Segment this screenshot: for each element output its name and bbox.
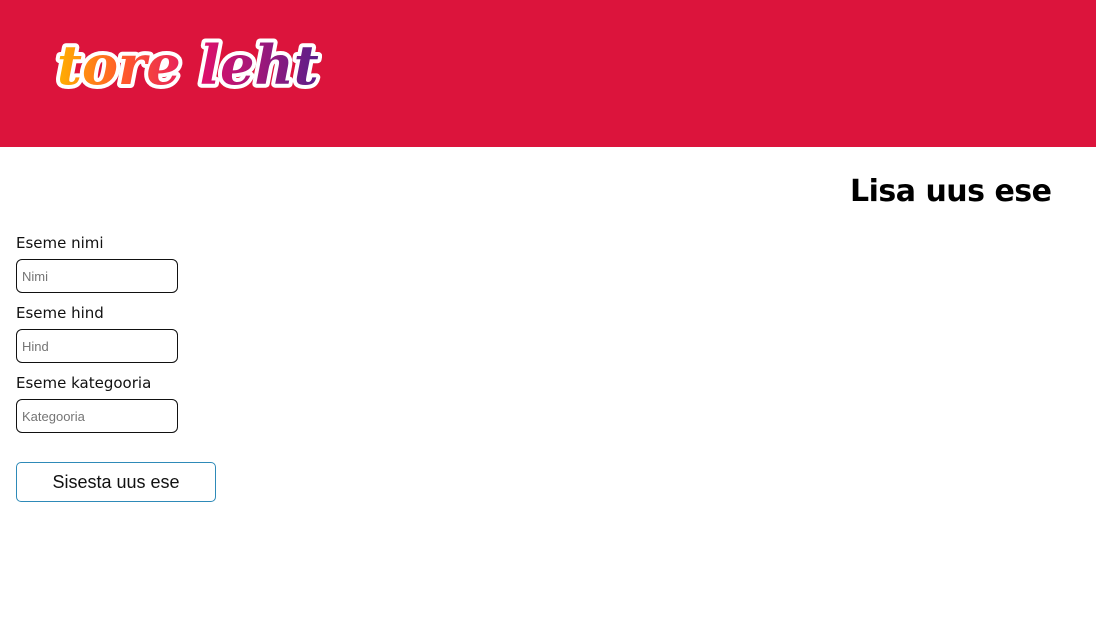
item-price-input[interactable] [16, 329, 178, 363]
page-title: Lisa uus ese [850, 174, 1052, 209]
item-name-label: Eseme nimi [16, 234, 104, 252]
submit-new-item-button[interactable]: Sisesta uus ese [16, 462, 216, 502]
item-price-label: Eseme hind [16, 304, 104, 322]
site-logo[interactable]: tore leht tore leht [52, 28, 322, 98]
site-header: tore leht tore leht [0, 0, 1096, 147]
item-category-input[interactable] [16, 399, 178, 433]
logo-text: tore leht [57, 33, 319, 97]
item-category-label: Eseme kategooria [16, 374, 152, 392]
item-name-input[interactable] [16, 259, 178, 293]
